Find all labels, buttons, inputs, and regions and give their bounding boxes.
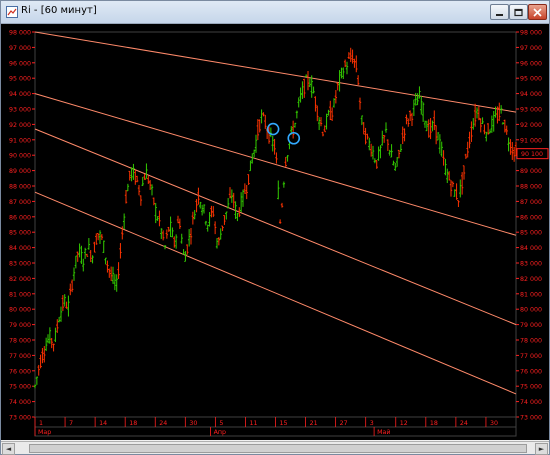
last-price-label: 90 100 <box>521 151 543 158</box>
y-tick-label-left: 77 000 <box>9 353 31 360</box>
y-tick-label-left: 79 000 <box>9 322 31 329</box>
maximize-button[interactable] <box>509 4 528 20</box>
y-tick-label-left: 87 000 <box>9 199 31 206</box>
y-tick-label-left: 74 000 <box>9 399 31 406</box>
chart-window: Ri - [60 минут] 73 000 73 000 74 000 74 000… <box>0 0 550 455</box>
y-tick-label-right: 76 000 <box>520 368 542 375</box>
horizontal-scrollbar[interactable]: ◄ ► <box>1 441 549 455</box>
y-tick-label-left: 91 000 <box>9 137 31 144</box>
x-day-label: 3 <box>370 420 374 427</box>
y-tick-label-right: 92 000 <box>520 122 542 129</box>
y-tick-label-left: 96 000 <box>9 60 31 67</box>
y-tick-label-left: 98 000 <box>9 30 31 37</box>
y-tick-label-right: 77 000 <box>520 353 542 360</box>
y-tick-label-right: 78 000 <box>520 338 542 345</box>
y-tick-label-right: 75 000 <box>520 384 542 391</box>
close-button[interactable] <box>528 4 547 20</box>
x-day-label: 7 <box>69 420 73 427</box>
y-tick-label-right: 83 000 <box>520 261 542 268</box>
y-tick-label-right: 81 000 <box>520 291 542 298</box>
y-tick-label-left: 82 000 <box>9 276 31 283</box>
x-day-label: 18 <box>129 420 137 427</box>
x-day-label: 1 <box>39 420 43 427</box>
y-tick-label-right: 86 000 <box>520 214 542 221</box>
y-tick-label-right: 74 000 <box>520 399 542 406</box>
y-tick-label-left: 73 000 <box>9 415 31 422</box>
title-bar[interactable]: Ri - [60 минут] <box>1 1 549 24</box>
x-day-label: 5 <box>219 420 223 427</box>
x-day-label: 18 <box>430 420 438 427</box>
x-day-label: 15 <box>280 420 288 427</box>
chart-window-icon <box>6 6 18 18</box>
window-title: Ri - [60 минут] <box>21 5 97 16</box>
x-day-label: 12 <box>400 420 408 427</box>
price-chart[interactable]: 73 000 73 000 74 000 74 000 75 000 75 000 76 0… <box>1 24 549 440</box>
y-tick-label-right: 97 000 <box>520 45 542 52</box>
scroll-thumb[interactable] <box>29 444 527 453</box>
x-day-label: 21 <box>310 420 318 427</box>
y-tick-label-left: 94 000 <box>9 91 31 98</box>
y-tick-label-right: 88 000 <box>520 184 542 191</box>
y-tick-label-left: 86 000 <box>9 214 31 221</box>
x-day-label: 14 <box>99 420 107 427</box>
y-tick-label-left: 76 000 <box>9 368 31 375</box>
x-axis-month-band <box>34 426 517 437</box>
channel-line-upper <box>34 31 517 113</box>
close-icon <box>533 8 542 17</box>
y-tick-label-right: 94 000 <box>520 91 542 98</box>
x-day-label: 27 <box>340 420 348 427</box>
y-tick-label-left: 93 000 <box>9 107 31 114</box>
y-tick-label-left: 92 000 <box>9 122 31 129</box>
x-day-label: 11 <box>249 420 257 427</box>
y-tick-label-right: 91 000 <box>520 137 542 144</box>
y-tick-label-right: 84 000 <box>520 245 542 252</box>
y-tick-label-right: 98 000 <box>520 30 542 37</box>
y-tick-label-left: 90 000 <box>9 153 31 160</box>
scroll-right-button[interactable]: ► <box>535 443 548 455</box>
y-tick-label-right: 85 000 <box>520 230 542 237</box>
y-tick-label-left: 75 000 <box>9 384 31 391</box>
y-tick-label-right: 87 000 <box>520 199 542 206</box>
y-tick-label-right: 80 000 <box>520 307 542 314</box>
y-tick-label-right: 93 000 <box>520 107 542 114</box>
x-month-label: Мар <box>38 429 51 436</box>
x-day-label: 24 <box>159 420 167 427</box>
minimize-button[interactable] <box>490 4 509 20</box>
channel-line-lower <box>34 191 517 395</box>
y-tick-label-left: 97 000 <box>9 45 31 52</box>
minimize-icon <box>496 14 503 16</box>
y-tick-label-right: 82 000 <box>520 276 542 283</box>
y-tick-label-left: 84 000 <box>9 245 31 252</box>
y-tick-label-left: 88 000 <box>9 184 31 191</box>
y-tick-label-right: 89 000 <box>520 168 542 175</box>
y-tick-label-right: 96 000 <box>520 60 542 67</box>
x-day-label: 30 <box>490 420 498 427</box>
plot-frame <box>34 31 517 418</box>
x-day-label: 30 <box>189 420 197 427</box>
x-month-label: Май <box>377 428 390 436</box>
y-tick-label-left: 80 000 <box>9 307 31 314</box>
y-tick-label-left: 89 000 <box>9 168 31 175</box>
chart-area[interactable]: 73 000 73 000 74 000 74 000 75 000 75 000 76 0… <box>1 24 549 440</box>
y-tick-label-right: 79 000 <box>520 322 542 329</box>
y-tick-label-right: 73 000 <box>520 415 542 422</box>
maximize-icon <box>514 8 523 17</box>
y-tick-label-left: 78 000 <box>9 338 31 345</box>
y-tick-label-left: 83 000 <box>9 261 31 268</box>
y-tick-label-left: 95 000 <box>9 76 31 83</box>
y-tick-label-left: 81 000 <box>9 291 31 298</box>
scroll-left-button[interactable]: ◄ <box>2 443 15 455</box>
x-day-label: 24 <box>460 420 468 427</box>
x-month-label: Апр <box>214 429 226 436</box>
y-tick-label-left: 85 000 <box>9 230 31 237</box>
y-tick-label-right: 95 000 <box>520 76 542 83</box>
